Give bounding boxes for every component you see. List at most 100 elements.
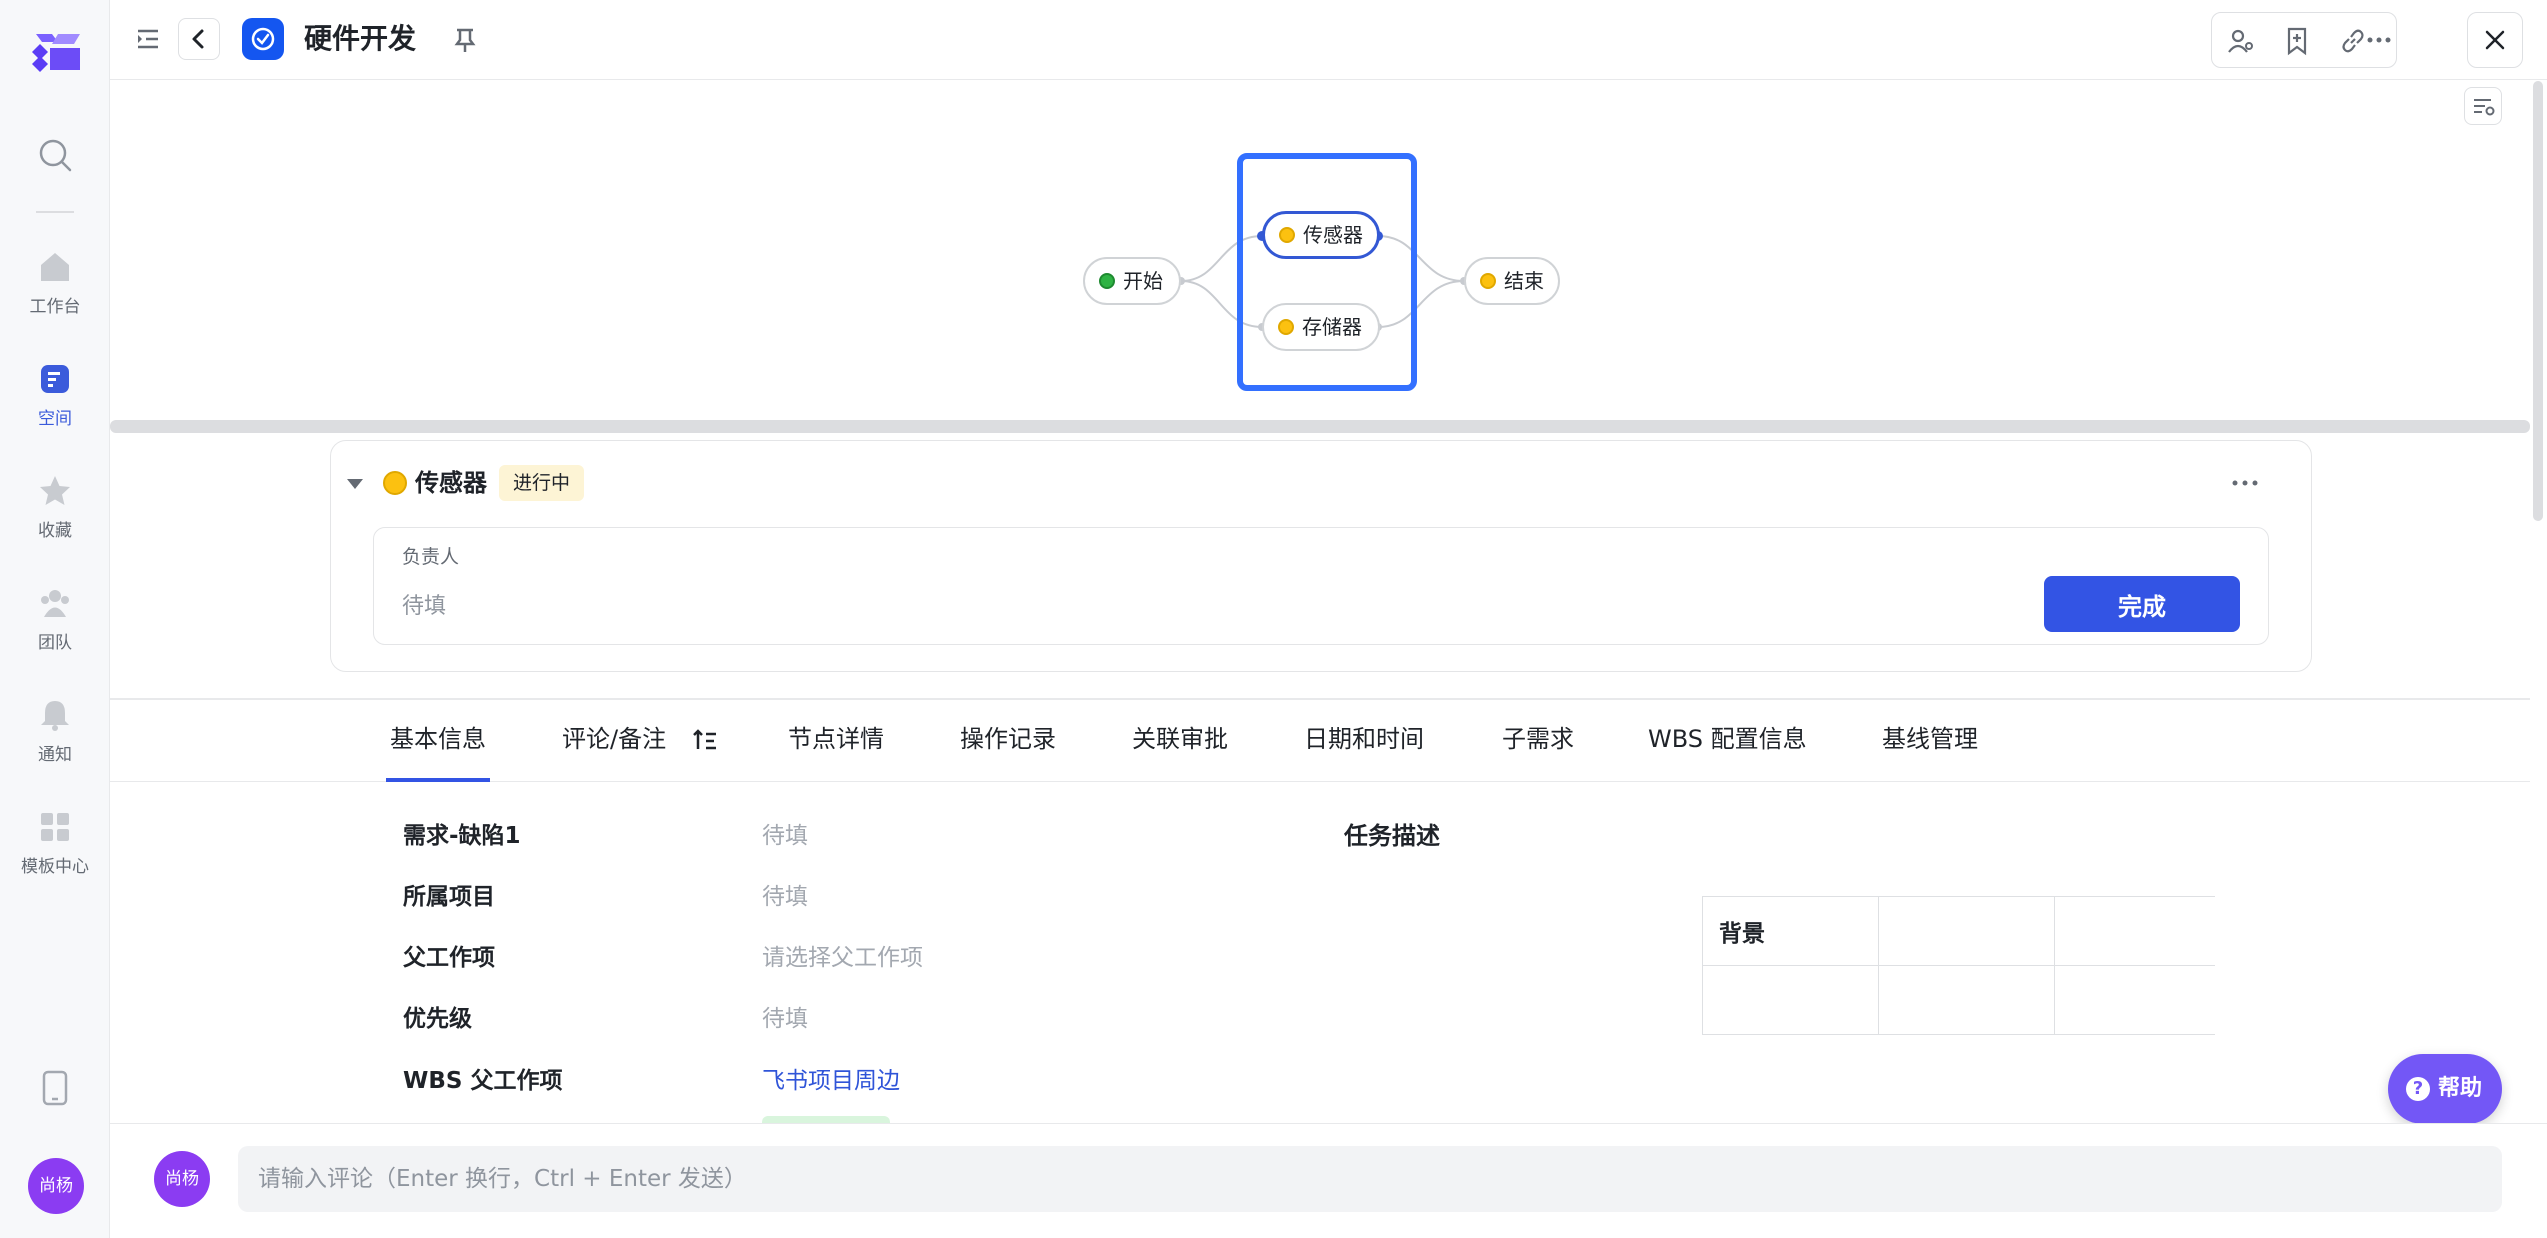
table-cell[interactable] (1878, 896, 2055, 966)
space-icon (41, 365, 69, 393)
close-icon (2485, 30, 2505, 50)
field-value-parent[interactable]: 请选择父工作项 (762, 938, 923, 972)
nav-item-label: 工作台 (29, 297, 81, 317)
description-label: 任务描述 (1344, 822, 1440, 850)
table-cell[interactable] (1878, 965, 2055, 1035)
description-table[interactable]: 背景 (1702, 896, 2215, 1035)
status-dot (1099, 273, 1115, 289)
comment-bar: 尚杨 (110, 1123, 2547, 1238)
help-label: 帮助 (2438, 1076, 2483, 1101)
bell-icon (41, 701, 69, 731)
collapse-caret-icon[interactable] (347, 479, 363, 489)
table-cell[interactable] (2054, 896, 2215, 966)
page-title: 硬件开发 (304, 22, 417, 55)
flow-diagram: 开始 传感器 存储器 结束 (110, 81, 2530, 421)
field-label-project: 所属项目 (403, 884, 495, 910)
tab-operation-log[interactable]: 操作记录 (960, 700, 1056, 782)
field-value-defect[interactable]: 待填 (762, 816, 808, 850)
back-button[interactable] (178, 18, 220, 60)
nav-item-label: 团队 (38, 633, 72, 653)
table-cell[interactable]: 背景 (1702, 896, 1879, 966)
mobile-icon[interactable] (41, 1070, 69, 1106)
table-cell[interactable] (2054, 965, 2215, 1035)
nav-item-label: 空间 (38, 409, 72, 429)
comment-input[interactable] (238, 1146, 2502, 1212)
more-options-icon[interactable] (2364, 28, 2394, 52)
field-value-project[interactable]: 待填 (762, 877, 808, 911)
nav-item-workbench[interactable]: 工作台 (0, 250, 110, 340)
flow-node-label: 传感器 (1303, 223, 1363, 247)
owner-section: 负责人 待填 完成 (373, 527, 2269, 645)
star-icon (40, 476, 70, 505)
members-icon[interactable] (2226, 26, 2256, 56)
field-label-parent: 父工作项 (403, 945, 495, 971)
app-logo-icon[interactable] (28, 30, 84, 74)
node-detail-card: 传感器 进行中 负责人 待填 完成 (330, 440, 2312, 672)
template-icon (41, 813, 69, 841)
nav-item-favorites[interactable]: 收藏 (0, 474, 110, 564)
workitem-type-icon (242, 18, 284, 60)
nav-item-space[interactable]: 空间 (0, 362, 110, 452)
table-cell[interactable] (1702, 965, 1879, 1035)
status-dot (1278, 319, 1294, 335)
flow-node-label: 开始 (1123, 269, 1163, 293)
tab-node-details[interactable]: 节点详情 (788, 700, 884, 782)
nav-rail: 工作台 空间 收藏 团队 通知 模板中心 尚杨 (0, 0, 110, 1238)
more-options-icon[interactable] (2227, 471, 2263, 495)
owner-value[interactable]: 待填 (402, 588, 446, 620)
header: 硬件开发 (110, 0, 2547, 80)
flow-node-label: 结束 (1504, 269, 1544, 293)
bookmark-add-icon[interactable] (2282, 26, 2312, 56)
status-badge: 进行中 (499, 465, 585, 501)
field-label-defect: 需求-缺陷1 (403, 823, 521, 849)
flow-node-label: 存储器 (1302, 315, 1362, 339)
nav-item-label: 通知 (38, 745, 72, 765)
check-circle-icon (251, 27, 275, 51)
home-icon (41, 253, 69, 281)
nav-item-notifications[interactable]: 通知 (0, 698, 110, 788)
tab-baseline[interactable]: 基线管理 (1882, 700, 1978, 782)
status-dot (383, 471, 407, 495)
flow-node-sensor[interactable]: 传感器 (1262, 211, 1380, 259)
nav-separator (36, 211, 74, 213)
help-button[interactable]: ? 帮助 (2388, 1054, 2502, 1124)
vertical-scrollbar[interactable] (2533, 81, 2543, 521)
nav-item-templates[interactable]: 模板中心 (0, 810, 110, 900)
chevron-left-icon (192, 29, 204, 49)
field-label-wbs-parent: WBS 父工作项 (403, 1068, 563, 1094)
field-value-wbs-parent[interactable]: 飞书项目周边 (762, 1061, 900, 1095)
nav-item-team[interactable]: 团队 (0, 586, 110, 676)
nav-item-label: 收藏 (38, 521, 72, 541)
horizontal-scrollbar[interactable] (110, 420, 2530, 433)
tab-comments[interactable]: 评论/备注 (562, 700, 718, 782)
sort-icon[interactable] (692, 727, 718, 753)
app-root: 工作台 空间 收藏 团队 通知 模板中心 尚杨 硬件开发 开始 传感器 存储器 … (0, 0, 2547, 1238)
tab-date-time[interactable]: 日期和时间 (1304, 700, 1424, 782)
user-avatar[interactable]: 尚杨 (28, 1158, 84, 1214)
tab-basic-info[interactable]: 基本信息 (386, 700, 490, 782)
status-dot (1480, 273, 1496, 289)
pin-icon[interactable] (450, 24, 480, 54)
field-value-priority[interactable]: 待填 (762, 999, 808, 1033)
node-name: 传感器 (415, 469, 487, 497)
help-icon: ? (2406, 1077, 2430, 1101)
flow-node-storage[interactable]: 存储器 (1262, 303, 1380, 351)
tab-bar: 基本信息 评论/备注 节点详情 操作记录 关联审批 日期和时间 子需求 WBS … (110, 700, 2530, 782)
tab-sub-requirements[interactable]: 子需求 (1502, 700, 1574, 782)
parallel-node-group (1237, 153, 1417, 391)
close-button[interactable] (2467, 12, 2523, 68)
flow-node-end[interactable]: 结束 (1464, 257, 1560, 305)
nav-item-label: 模板中心 (21, 857, 89, 877)
sidebar-toggle-button[interactable] (128, 18, 168, 60)
flow-node-start[interactable]: 开始 (1083, 257, 1181, 305)
status-dot (1279, 227, 1295, 243)
tab-wbs-config[interactable]: WBS 配置信息 (1648, 700, 1807, 782)
team-icon (41, 590, 69, 617)
tab-related-approval[interactable]: 关联审批 (1132, 700, 1228, 782)
comment-avatar: 尚杨 (154, 1151, 210, 1207)
complete-button[interactable]: 完成 (2044, 576, 2240, 632)
tab-label: 评论/备注 (562, 725, 667, 753)
search-icon[interactable] (37, 137, 73, 173)
field-label-priority: 优先级 (403, 1006, 472, 1032)
sidebar-toggle-icon (138, 29, 158, 49)
